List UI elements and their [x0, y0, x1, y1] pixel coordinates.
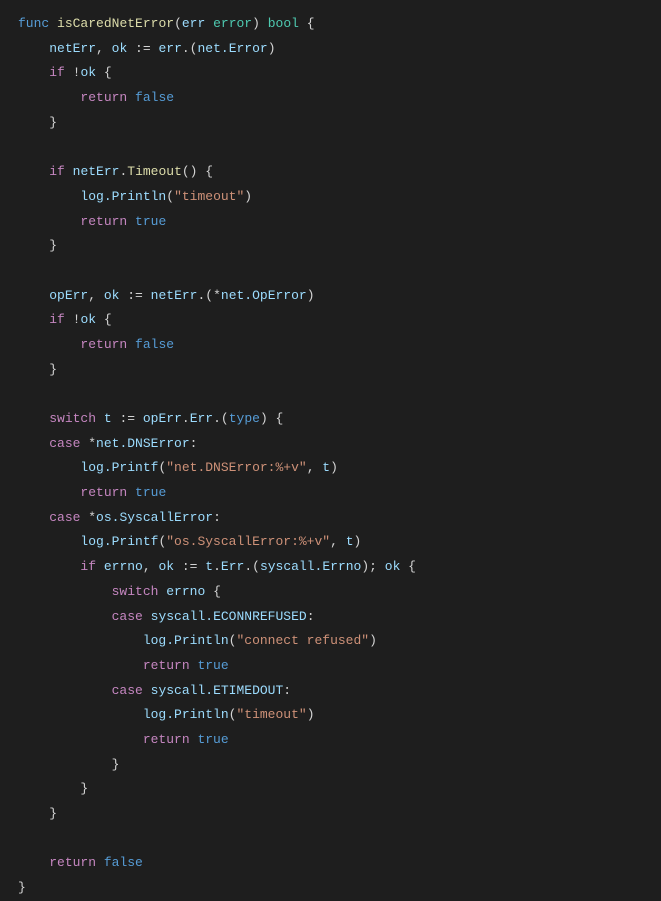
var-ok: ok	[112, 41, 128, 56]
bool-false: false	[104, 855, 143, 870]
keyword-return: return	[80, 90, 127, 105]
keyword-case: case	[49, 510, 80, 525]
keyword-type: type	[229, 411, 260, 426]
keyword-switch: switch	[49, 411, 96, 426]
const-ECONNREFUSED: syscall.ECONNREFUSED	[151, 609, 307, 624]
var-netErr: netErr	[49, 41, 96, 56]
field-Err: Err	[190, 411, 213, 426]
call-logPrintln: log.Println	[143, 707, 229, 722]
keyword-case: case	[112, 609, 143, 624]
bool-true: true	[197, 658, 228, 673]
var-opErr: opErr	[49, 288, 88, 303]
var-ok: ok	[80, 312, 96, 327]
code-block: func isCaredNetError(err error) bool { n…	[18, 12, 643, 901]
call-logPrintln: log.Println	[143, 633, 229, 648]
var-errno: errno	[104, 559, 143, 574]
var-ok: ok	[158, 559, 174, 574]
keyword-case: case	[49, 436, 80, 451]
var-netErr: netErr	[151, 288, 198, 303]
var-err: err	[158, 41, 181, 56]
keyword-if: if	[49, 65, 65, 80]
bool-false: false	[135, 90, 174, 105]
type-netError: net.Error	[197, 41, 267, 56]
string-dnsError: "net.DNSError:%+v"	[166, 460, 306, 475]
string-timeout2: "timeout"	[236, 707, 306, 722]
keyword-if: if	[49, 312, 65, 327]
type-osSyscallError: os.SyscallError	[96, 510, 213, 525]
var-t: t	[346, 534, 354, 549]
bool-true: true	[135, 214, 166, 229]
call-logPrintln: log.Println	[80, 189, 166, 204]
keyword-case: case	[112, 683, 143, 698]
type-netOpError: net.OpError	[221, 288, 307, 303]
keyword-return: return	[80, 485, 127, 500]
bool-true: true	[197, 732, 228, 747]
keyword-if: if	[49, 164, 65, 179]
field-Err: Err	[221, 559, 244, 574]
var-t: t	[205, 559, 213, 574]
type-syscallErrno: syscall.Errno	[260, 559, 361, 574]
keyword-func: func	[18, 16, 49, 31]
var-ok: ok	[104, 288, 120, 303]
const-ETIMEDOUT: syscall.ETIMEDOUT	[151, 683, 284, 698]
param-type: error	[213, 16, 252, 31]
bool-false: false	[135, 337, 174, 352]
var-errno: errno	[166, 584, 205, 599]
keyword-return: return	[49, 855, 96, 870]
var-t: t	[322, 460, 330, 475]
var-ok: ok	[385, 559, 401, 574]
type-netDNSError: net.DNSError	[96, 436, 190, 451]
keyword-if: if	[80, 559, 96, 574]
string-timeout: "timeout"	[174, 189, 244, 204]
keyword-switch: switch	[112, 584, 159, 599]
param-name: err	[182, 16, 205, 31]
return-type: bool	[268, 16, 299, 31]
var-opErr: opErr	[143, 411, 182, 426]
var-t: t	[104, 411, 112, 426]
keyword-return: return	[143, 732, 190, 747]
keyword-return: return	[143, 658, 190, 673]
bool-true: true	[135, 485, 166, 500]
var-ok: ok	[80, 65, 96, 80]
function-name: isCaredNetError	[57, 16, 174, 31]
method-Timeout: Timeout	[127, 164, 182, 179]
call-logPrintf: log.Printf	[80, 534, 158, 549]
keyword-return: return	[80, 214, 127, 229]
string-syscallError: "os.SyscallError:%+v"	[166, 534, 330, 549]
keyword-return: return	[80, 337, 127, 352]
call-logPrintf: log.Printf	[80, 460, 158, 475]
var-netErr: netErr	[73, 164, 120, 179]
string-connectRefused: "connect refused"	[236, 633, 369, 648]
